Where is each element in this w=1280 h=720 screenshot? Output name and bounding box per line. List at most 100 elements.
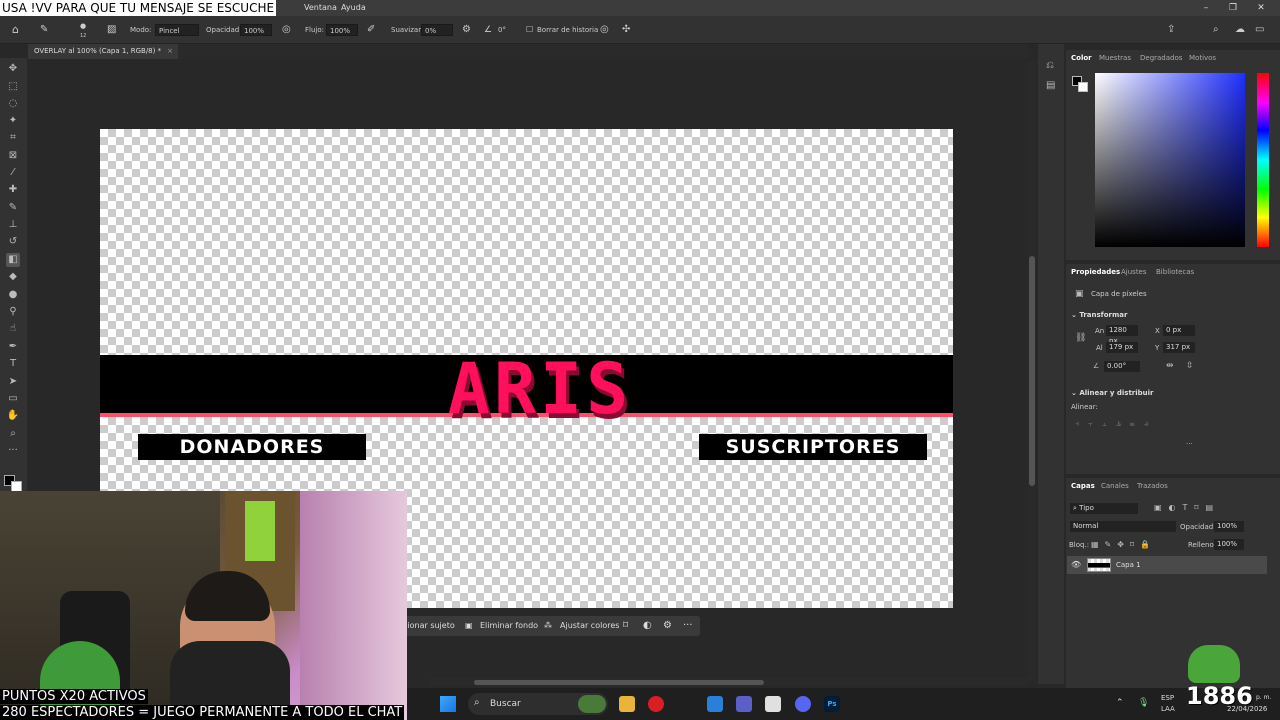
airbrush-icon[interactable]: ✐	[367, 24, 375, 36]
path-select-tool-icon[interactable]: ➤	[6, 375, 20, 389]
smooth-field[interactable]: 0%	[421, 24, 453, 36]
menu-ayuda[interactable]: Ayuda	[341, 0, 366, 16]
pressure-opacity-icon[interactable]: ◎	[282, 24, 291, 36]
lasso-tool-icon[interactable]: ◌	[6, 97, 20, 111]
select-subject-button[interactable]: cionar sujeto	[403, 616, 455, 636]
lock-icons[interactable]: ▦✎✥⌑🔒	[1091, 540, 1156, 549]
blur-tool-icon[interactable]: ●	[6, 288, 20, 302]
discord-icon[interactable]	[795, 696, 811, 712]
magic-wand-tool-icon[interactable]: ✦	[6, 114, 20, 128]
maximize-icon[interactable]: ❐	[1220, 0, 1246, 16]
minimize-icon[interactable]: –	[1193, 0, 1219, 16]
tray-arrow-icon[interactable]: ⌃	[1116, 698, 1124, 708]
horizontal-scroll-thumb[interactable]	[474, 680, 764, 685]
x-field[interactable]: 0 px	[1163, 325, 1195, 336]
tab-patterns[interactable]: Motivos	[1189, 51, 1216, 65]
blend-mode-select[interactable]: Normal	[1070, 521, 1176, 532]
taskbar-widget-icon[interactable]	[578, 695, 606, 713]
search-icon[interactable]: ⌕	[1213, 24, 1219, 36]
pen-tool-icon[interactable]: ✒	[6, 340, 20, 354]
more-options-icon[interactable]: ···	[683, 616, 693, 636]
type-tool-icon[interactable]: T	[6, 357, 20, 371]
hue-slider[interactable]	[1257, 73, 1269, 247]
move-tool-icon[interactable]: ✥	[6, 62, 20, 76]
teams-icon[interactable]	[736, 696, 752, 712]
angle-field[interactable]: 0°	[498, 24, 506, 36]
link-icon[interactable]: ⛓	[1075, 333, 1086, 343]
color-picker-field[interactable]	[1095, 73, 1245, 247]
vertical-scroll-thumb[interactable]	[1029, 256, 1035, 486]
rectangle-tool-icon[interactable]: ▭	[6, 392, 20, 406]
tab-swatches[interactable]: Muestras	[1099, 51, 1131, 65]
cloud-icon[interactable]: ☁	[1235, 24, 1245, 36]
tab-libraries[interactable]: Bibliotecas	[1156, 265, 1194, 279]
comments-panel-icon[interactable]: ▤	[1046, 80, 1055, 91]
opera-icon[interactable]	[648, 696, 664, 712]
layer-filter-select[interactable]: ⌕ Tipo	[1070, 503, 1138, 514]
tab-layers[interactable]: Capas	[1071, 479, 1095, 493]
home-icon[interactable]: ⌂	[12, 24, 19, 36]
mode-select[interactable]: Pincel	[155, 24, 199, 36]
marquee-tool-icon[interactable]: ⬚	[6, 80, 20, 94]
mic-icon[interactable]: 🎙	[1138, 698, 1149, 708]
transform-icon[interactable]: ⌑	[623, 616, 628, 636]
eye-icon[interactable]: 👁	[1071, 560, 1081, 569]
close-icon[interactable]: ✕	[1248, 0, 1274, 16]
close-tab-icon[interactable]: ×	[167, 47, 173, 55]
document-tab[interactable]: OVERLAY al 100% (Capa 1, RGB/8) * ×	[28, 44, 178, 59]
settings-icon[interactable]: ⚙	[663, 616, 672, 636]
mask-icon[interactable]: ◐	[643, 616, 652, 636]
align-section[interactable]: ⌄ Alinear y distribuir	[1071, 389, 1154, 397]
flip-vertical-icon[interactable]: ⇳	[1186, 361, 1194, 371]
eyedropper-tool-icon[interactable]: ⁄	[6, 166, 20, 180]
more-align-icon[interactable]: ···	[1186, 440, 1193, 448]
tab-properties[interactable]: Propiedades	[1071, 265, 1120, 279]
photoshop-icon[interactable]: Ps	[824, 696, 840, 712]
tab-gradients[interactable]: Degradados	[1140, 51, 1182, 65]
history-checkbox[interactable]: ☐	[526, 24, 533, 36]
gear-icon[interactable]: ⚙	[462, 24, 471, 36]
tab-color[interactable]: Color	[1071, 51, 1092, 65]
tab-adjustments[interactable]: Ajustes	[1121, 265, 1147, 279]
history-panel-icon[interactable]: ⎌	[1046, 60, 1054, 71]
fill-field[interactable]: 100%	[1214, 539, 1244, 550]
hand-tool-icon[interactable]: ✋	[6, 409, 20, 423]
windows-start-icon[interactable]	[440, 696, 456, 712]
layer-filter-icons[interactable]: ▣◐T⌑▤	[1154, 503, 1220, 512]
language-layout[interactable]: LAA	[1161, 705, 1175, 713]
layer-opacity-field[interactable]: 100%	[1214, 521, 1244, 532]
workspace-icon[interactable]: ▭	[1255, 24, 1264, 36]
align-buttons[interactable]: ⫞⫟⫠⫡⫢⫣	[1075, 419, 1157, 429]
pressure-size-icon[interactable]: ◎	[600, 24, 609, 36]
brush-tool-icon[interactable]: ✎	[6, 201, 20, 215]
eraser-icon[interactable]: ✎	[40, 24, 48, 36]
tab-channels[interactable]: Canales	[1101, 479, 1129, 493]
symmetry-icon[interactable]: ✣	[622, 24, 630, 36]
history-brush-tool-icon[interactable]: ↺	[6, 235, 20, 249]
flow-field[interactable]: 100%	[326, 24, 358, 36]
smudge-tool-icon[interactable]: ☝	[6, 322, 20, 336]
remove-bg-button[interactable]: Eliminar fondo	[480, 616, 538, 636]
width-field[interactable]: 1280 px	[1106, 325, 1138, 345]
y-field[interactable]: 317 px	[1163, 342, 1195, 353]
eraser-tool-icon[interactable]: ◧	[6, 253, 20, 267]
layer-name[interactable]: Capa 1	[1116, 561, 1141, 569]
zoom-tool-icon[interactable]: ⌕	[6, 427, 20, 441]
share-icon[interactable]: ⇪	[1167, 24, 1175, 36]
tab-paths[interactable]: Trazados	[1137, 479, 1168, 493]
paint-bucket-tool-icon[interactable]: ◆	[6, 270, 20, 284]
rotation-field[interactable]: 0.00°	[1104, 361, 1140, 372]
frame-tool-icon[interactable]: ⊠	[6, 149, 20, 163]
transform-section[interactable]: ⌄ Transformar	[1071, 311, 1127, 319]
color-bg-swatch[interactable]	[1078, 82, 1088, 92]
adjust-colors-button[interactable]: Ajustar colores	[560, 616, 619, 636]
opacity-field[interactable]: 100%	[240, 24, 272, 36]
more-tools-icon[interactable]: ···	[6, 444, 20, 458]
file-explorer-icon[interactable]	[619, 696, 635, 712]
brush-settings-icon[interactable]: ▨	[107, 24, 116, 36]
dodge-tool-icon[interactable]: ⚲	[6, 305, 20, 319]
stamp-tool-icon[interactable]: ⊥	[6, 218, 20, 232]
healing-tool-icon[interactable]: ✚	[6, 183, 20, 197]
flip-horizontal-icon[interactable]: ⇹	[1166, 361, 1174, 371]
height-field[interactable]: 179 px	[1106, 342, 1138, 353]
